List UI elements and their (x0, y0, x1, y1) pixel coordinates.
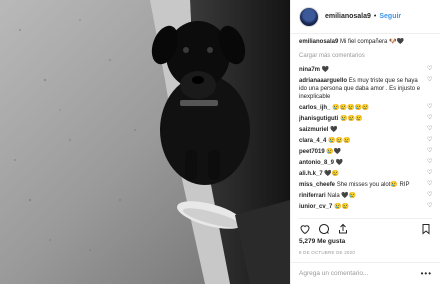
heart-icon[interactable]: ♡ (427, 148, 434, 155)
comment-text: 🖤 (335, 160, 344, 166)
comment-username[interactable]: antonio_8_9 (299, 160, 334, 166)
comment-row: antonio_8_9 🖤 ♡ (299, 159, 434, 167)
heart-icon[interactable]: ♡ (427, 203, 434, 210)
heart-icon[interactable]: ♡ (427, 126, 434, 133)
comment-username[interactable]: miss_cheefe (299, 182, 335, 188)
comment-username[interactable]: ali.h.k_7 (299, 171, 323, 177)
comment-username[interactable]: clara_4_4 (299, 138, 326, 144)
heart-icon[interactable]: ♡ (427, 192, 434, 199)
heart-icon[interactable]: ♡ (427, 115, 434, 122)
comment-text: 😢😢 (334, 204, 349, 210)
comment-row: riniferrari Nala 🖤😢 ♡ (299, 192, 434, 200)
comment-row: ali.h.k_7 🖤😢 ♡ (299, 170, 434, 178)
comment-row: adrianaaarguello Es muy triste que se ha… (299, 77, 434, 101)
post-header: emilianosala9 • Seguir (291, 0, 440, 34)
more-options-icon[interactable]: ••• (421, 269, 432, 278)
heart-icon[interactable]: ♡ (427, 170, 434, 177)
avatar[interactable] (299, 6, 319, 27)
post-actions-bar (299, 218, 432, 235)
comment-text: 😢😢😢 (328, 138, 351, 144)
caption-username[interactable]: emilianosala9 (299, 39, 338, 45)
load-more-comments-button[interactable]: Cargar más comentarios (299, 52, 434, 60)
heart-icon[interactable]: ♡ (427, 159, 434, 166)
comment-row: jhanisgutiguti 😢😢😢 ♡ (299, 115, 434, 123)
comment-username[interactable]: iunior_cv_7 (299, 204, 332, 210)
comments-list: emilianosala9 Mi fiel compañera 🐶🖤 Carga… (299, 38, 434, 216)
comment-row: clara_4_4 😢😢😢 ♡ (299, 137, 434, 145)
comment-username[interactable]: nina7m (299, 67, 320, 73)
comment-input[interactable] (299, 270, 421, 277)
comment-row: miss_cheefe She misses you alot😢 RIP ♡ (299, 181, 434, 189)
comment-row: carlos_ijh_ 😢😢😢😢😢 ♡ (299, 104, 434, 112)
share-icon[interactable] (337, 223, 349, 235)
heart-icon[interactable]: ♡ (427, 77, 434, 84)
post-side-panel: emilianosala9 • Seguir emilianosala9 Mi … (290, 0, 440, 284)
comment-text: 🖤 (321, 67, 330, 73)
comment-text: 😢🖤 (326, 149, 342, 155)
bookmark-icon[interactable] (420, 223, 432, 235)
comment-row: peet7019 😢🖤 ♡ (299, 148, 434, 156)
add-comment-bar: ••• (291, 262, 440, 284)
comment-username[interactable]: carlos_ijh_ (299, 105, 330, 111)
heart-icon[interactable]: ♡ (427, 137, 434, 144)
comment-username[interactable]: jhanisgutiguti (299, 116, 338, 122)
caption-text: Mi fiel compañera 🐶🖤 (340, 39, 404, 45)
comment-username[interactable]: adrianaaarguello (299, 78, 347, 84)
heart-icon[interactable] (299, 223, 311, 235)
heart-icon[interactable]: ♡ (427, 66, 434, 73)
post-caption: emilianosala9 Mi fiel compañera 🐶🖤 (299, 38, 434, 46)
post-date: 8 DE OCTUBRE DE 2020 (299, 250, 356, 255)
comment-row: nina7m 🖤 ♡ (299, 66, 434, 74)
likes-count[interactable]: 5,279 Me gusta (299, 238, 345, 245)
follow-button[interactable]: Seguir (379, 13, 401, 20)
comment-row: saizmuriel 🖤 ♡ (299, 126, 434, 134)
dog-photo-image (0, 0, 290, 284)
comment-row: iunior_cv_7 😢😢 ♡ (299, 203, 434, 211)
comment-text: 🖤 (330, 127, 338, 133)
header-username[interactable]: emilianosala9 (325, 13, 371, 20)
comment-username[interactable]: riniferrari (299, 193, 326, 199)
comment-username[interactable]: peet7019 (299, 149, 325, 155)
heart-icon[interactable]: ♡ (427, 104, 434, 111)
heart-icon[interactable]: ♡ (427, 181, 434, 188)
comment-username[interactable]: saizmuriel (299, 127, 328, 133)
comment-text: She misses you alot😢 RIP (336, 182, 410, 188)
comment-text: Nala 🖤😢 (327, 193, 357, 199)
comment-icon[interactable] (318, 223, 330, 235)
post-photo (0, 0, 290, 284)
comment-text: 😢😢😢 (340, 116, 363, 122)
comment-text: 😢😢😢😢😢 (332, 105, 370, 111)
header-separator: • (373, 13, 377, 20)
comment-text: 🖤😢 (324, 171, 340, 177)
